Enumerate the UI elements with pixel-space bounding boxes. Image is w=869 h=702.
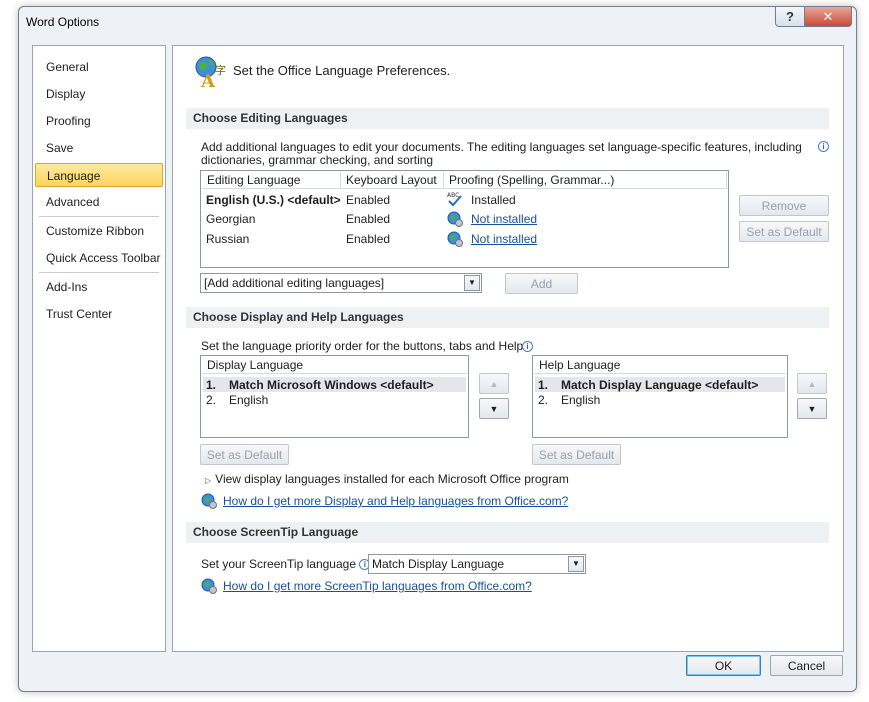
info-icon: i [818, 141, 829, 152]
not-installed-link[interactable]: Not installed [471, 212, 537, 226]
language-page: A 字 Set the Office Language Preferences.… [172, 45, 844, 652]
list-item-number: 2. [206, 393, 217, 407]
column-header-proofing[interactable]: Proofing (Spelling, Grammar...) [444, 172, 727, 189]
display-language-header: Display Language [202, 357, 467, 374]
list-item[interactable]: English [561, 393, 600, 407]
row-proofing: Installed [471, 193, 516, 207]
screentip-label: Set your ScreenTip language i [201, 557, 371, 571]
more-screentip-languages-link[interactable]: How do I get more ScreenTip languages fr… [223, 579, 532, 593]
options-nav: General Display Proofing Save Language A… [32, 45, 166, 652]
not-installed-link[interactable]: Not installed [471, 232, 537, 246]
download-globe-icon [447, 211, 463, 227]
svg-text:A: A [200, 71, 216, 90]
nav-item-customize-ribbon[interactable]: Customize Ribbon [35, 219, 163, 243]
window-title: Word Options [26, 15, 100, 29]
language-globe-icon: A 字 [195, 56, 226, 90]
add-editing-language-select[interactable]: [Add additional editing languages] ▼ [200, 273, 482, 293]
editing-description-line1: Add additional languages to edit your do… [201, 140, 802, 154]
section-header-editing: Choose Editing Languages [186, 108, 829, 129]
nav-item-add-ins[interactable]: Add-Ins [35, 275, 163, 299]
spelling-check-icon: ABC [447, 192, 462, 207]
display-language-list[interactable]: Display Language 1. Match Microsoft Wind… [200, 355, 469, 438]
list-item-number: 1. [538, 378, 549, 392]
cancel-button[interactable]: Cancel [770, 655, 843, 676]
nav-item-proofing[interactable]: Proofing [35, 109, 163, 133]
office-globe-icon [201, 493, 217, 509]
title-bar: Word Options ? ✕ [19, 7, 856, 35]
info-icon: i [522, 341, 533, 352]
add-button[interactable]: Add [505, 273, 578, 294]
help-language-header: Help Language [534, 357, 786, 374]
nav-divider [39, 272, 159, 273]
list-item[interactable]: English [229, 393, 268, 407]
word-options-dialog: Word Options ? ✕ General Display Proofin… [18, 6, 857, 692]
row-keyboard: Enabled [346, 193, 391, 207]
arrow-up-icon: ▲ [489, 378, 499, 389]
list-item-number: 1. [206, 378, 217, 392]
nav-item-quick-access-toolbar[interactable]: Quick Access Toolbar [35, 246, 163, 270]
nav-item-save[interactable]: Save [35, 136, 163, 160]
chevron-down-icon[interactable]: ▼ [464, 275, 480, 291]
section-header-display-help: Choose Display and Help Languages [186, 307, 829, 328]
view-installed-label: View display languages installed for eac… [215, 472, 569, 486]
nav-divider [39, 216, 159, 217]
chevron-down-icon[interactable]: ▼ [568, 556, 584, 572]
svg-text:字: 字 [215, 63, 226, 77]
svg-text:ABC: ABC [447, 192, 459, 199]
office-globe-icon [201, 578, 217, 594]
help-icon: ? [786, 9, 794, 24]
add-editing-language-value: [Add additional editing languages] [204, 276, 385, 290]
download-globe-icon [447, 231, 463, 247]
list-item[interactable]: Match Microsoft Windows <default> [229, 378, 434, 392]
column-header-keyboard-layout[interactable]: Keyboard Layout [341, 172, 444, 189]
expand-triangle-icon: ▷ [205, 476, 212, 485]
row-language: Russian [206, 232, 250, 246]
row-keyboard: Enabled [346, 232, 391, 246]
help-move-down-button[interactable]: ▼ [797, 398, 827, 419]
set-default-editing-button[interactable]: Set as Default [739, 221, 829, 242]
arrow-down-icon: ▼ [489, 403, 499, 414]
row-language: Georgian [206, 212, 256, 226]
remove-button[interactable]: Remove [739, 195, 829, 216]
list-item[interactable]: Match Display Language <default> [561, 378, 758, 392]
nav-item-display[interactable]: Display [35, 82, 163, 106]
arrow-up-icon: ▲ [807, 378, 817, 389]
row-language: English (U.S.) <default> [206, 193, 341, 207]
help-button[interactable]: ? [775, 7, 805, 27]
display-move-up-button[interactable]: ▲ [479, 373, 509, 394]
column-header-editing-language[interactable]: Editing Language [202, 172, 341, 189]
help-language-list[interactable]: Help Language 1. Match Display Language … [532, 355, 788, 438]
ok-button[interactable]: OK [686, 655, 761, 676]
close-button[interactable]: ✕ [804, 7, 852, 27]
set-default-help-button[interactable]: Set as Default [532, 444, 621, 465]
screentip-language-value: Match Display Language [372, 557, 505, 571]
list-item-number: 2. [538, 393, 549, 407]
help-move-up-button[interactable]: ▲ [797, 373, 827, 394]
editing-description-line2: dictionaries, grammar checking, and sort… [201, 153, 434, 167]
view-installed-expander[interactable]: ▷ View display languages installed for ea… [205, 472, 569, 486]
nav-item-general[interactable]: General [35, 55, 163, 79]
arrow-down-icon: ▼ [807, 403, 817, 414]
row-keyboard: Enabled [346, 212, 391, 226]
nav-item-advanced[interactable]: Advanced [35, 190, 163, 214]
display-move-down-button[interactable]: ▼ [479, 398, 509, 419]
nav-item-language[interactable]: Language [35, 163, 163, 187]
page-title: Set the Office Language Preferences. [233, 63, 451, 78]
nav-item-trust-center[interactable]: Trust Center [35, 302, 163, 326]
section-header-screentip: Choose ScreenTip Language [186, 522, 829, 543]
editing-languages-table[interactable]: Editing Language Keyboard Layout Proofin… [200, 170, 729, 268]
more-display-languages-link[interactable]: How do I get more Display and Help langu… [223, 494, 568, 508]
screentip-language-select[interactable]: Match Display Language ▼ [368, 554, 586, 574]
close-icon: ✕ [822, 8, 834, 24]
display-help-description: Set the language priority order for the … [201, 339, 524, 353]
set-default-display-button[interactable]: Set as Default [200, 444, 289, 465]
